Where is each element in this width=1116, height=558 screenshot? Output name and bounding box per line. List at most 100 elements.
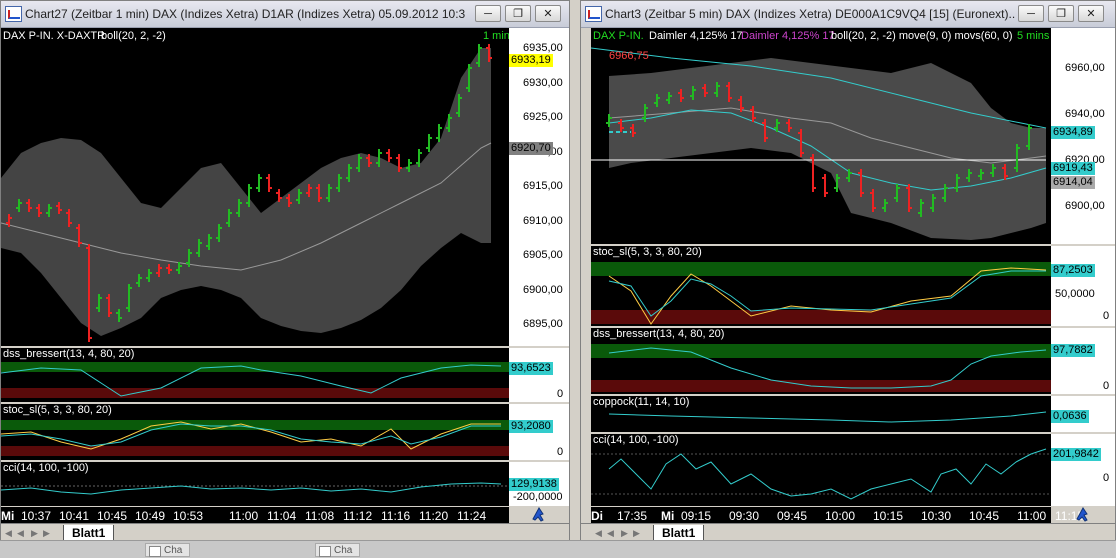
time-label: Di xyxy=(591,509,603,523)
nav-next-icon[interactable]: ▶ xyxy=(31,528,41,540)
stoc-axis-2: 87,2503 50,0000 0 xyxy=(1051,246,1115,326)
restore-icon[interactable]: ❐ xyxy=(1048,5,1074,22)
cci-label-1: cci(14, 100, -100) xyxy=(3,462,89,474)
title-bar-2[interactable]: Chart3 (Zeitbar 5 min) DAX (Indizes Xetr… xyxy=(581,1,1115,28)
nav-first-icon[interactable]: ◀ xyxy=(595,528,605,540)
chart-window-1: Chart27 (Zeitbar 1 min) DAX (Indizes Xet… xyxy=(0,0,570,557)
bollinger-band xyxy=(1,48,491,336)
interval-label-2: 5 mins xyxy=(1017,30,1050,42)
cci-axis-1: 129,9138 -200,0000 xyxy=(509,462,569,506)
dss-panel-2[interactable]: dss_bressert(13, 4, 80, 20) xyxy=(591,328,1051,394)
nav-prev-icon[interactable]: ◀ xyxy=(17,528,27,540)
time-label: 09:30 xyxy=(729,509,760,523)
stoc-panel-1[interactable]: stoc_sl(5, 3, 3, 80, 20) xyxy=(1,404,509,460)
time-label: 09:15 xyxy=(681,509,712,523)
time-label: 11:00 xyxy=(1017,509,1047,523)
time-label: 11:00 xyxy=(229,509,259,523)
price-tick: 6915,00 xyxy=(523,180,563,192)
time-axis-1[interactable]: Mi 10:37 10:41 10:45 10:49 10:53 11:00 11:04 11:… xyxy=(1,507,509,523)
chart-window-2: Chart3 (Zeitbar 5 min) DAX (Indizes Xetr… xyxy=(580,0,1116,557)
bollinger-band-2 xyxy=(609,58,1046,240)
price-chart-2[interactable]: DAX P-IN. Daimler 4,125% 17 Daimler 4,12… xyxy=(590,28,1051,244)
taskbar-item-1[interactable]: Cha xyxy=(145,543,190,557)
close-icon[interactable]: ✕ xyxy=(535,5,561,22)
price-chart-2-svg xyxy=(590,47,1047,240)
cci-label-2: cci(14, 100, -100) xyxy=(593,434,679,446)
title-bar-1[interactable]: Chart27 (Zeitbar 1 min) DAX (Indizes Xet… xyxy=(1,1,569,28)
stoc-label-1: stoc_sl(5, 3, 3, 80, 20) xyxy=(3,404,112,416)
stoc-value-tag-2: 87,2503 xyxy=(1051,264,1095,277)
last-price-tag-2: 6934,89 xyxy=(1051,126,1095,139)
time-label: 09:45 xyxy=(777,509,808,523)
dss-panel-1[interactable]: dss_bressert(13, 4, 80, 20) xyxy=(1,348,509,402)
mid-price-tag-1: 6920,70 xyxy=(509,142,553,155)
nav-prev-icon[interactable]: ◀ xyxy=(607,528,617,540)
time-label: 10:49 xyxy=(135,509,166,523)
nav-last-icon[interactable]: ▶ xyxy=(633,528,643,540)
time-label: 17:35 xyxy=(617,509,648,523)
time-label: Mi xyxy=(661,509,675,523)
instrument2-label: Daimler 4,125% 17 xyxy=(649,30,743,42)
cci-panel-2[interactable]: cci(14, 100, -100) xyxy=(591,434,1051,506)
price-chart-1[interactable]: DAX P-IN. X-DAXTR boll(20, 2, -2) 1 min xyxy=(1,28,510,346)
price-axis-2[interactable]: 6960,00 6940,00 6920,00 6900,00 6934,89 691… xyxy=(1051,28,1115,244)
cci-zero-2: 0 xyxy=(1103,472,1110,484)
indicator-label-1: boll(20, 2, -2) xyxy=(101,30,166,42)
stoc-panel-2[interactable]: stoc_sl(5, 3, 3, 80, 20) xyxy=(591,246,1051,326)
price-tick: 6935,00 xyxy=(523,42,563,54)
cci-panel-1[interactable]: cci(14, 100, -100) xyxy=(1,462,509,506)
coppock-label-2: coppock(11, 14, 10) xyxy=(593,396,690,408)
dss-zero-2: 0 xyxy=(1103,380,1110,392)
stoc-zero-2: 0 xyxy=(1103,310,1110,322)
price-tick: 6960,00 xyxy=(1065,62,1105,74)
close-icon[interactable]: ✕ xyxy=(1078,5,1104,22)
time-label: Mi xyxy=(1,509,15,523)
price-axis-1[interactable]: 6935,006930,006925,006920,006915,006910,… xyxy=(509,28,569,346)
minimize-icon[interactable]: ─ xyxy=(1018,5,1044,22)
time-label: 10:15 xyxy=(873,509,904,523)
time-label: 10:00 xyxy=(825,509,856,523)
price-tick: 6930,00 xyxy=(523,76,563,89)
price-tick: 6925,00 xyxy=(523,111,563,123)
restore-icon[interactable]: ❐ xyxy=(505,5,531,22)
instrument-label-2: DAX P-IN. xyxy=(593,30,644,42)
cci-low-1: -200,0000 xyxy=(513,491,563,503)
instrument3-label: Daimler 4,125% 17 xyxy=(741,30,835,42)
coppock-panel-2[interactable]: coppock(11, 14, 10) xyxy=(591,396,1051,432)
nav-last-icon[interactable]: ▶ xyxy=(43,528,53,540)
stoc-zero-1: 0 xyxy=(557,446,564,458)
cursor-arrow-icon[interactable] xyxy=(529,505,547,523)
window-title-2: Chart3 (Zeitbar 5 min) DAX (Indizes Xetr… xyxy=(605,7,1015,21)
price-b-tag-2: 6919,43 xyxy=(1051,162,1095,175)
chart-icon xyxy=(585,6,602,22)
stoc-label-2: stoc_sl(5, 3, 3, 80, 20) xyxy=(593,246,702,258)
time-label: 11:16 xyxy=(381,509,411,523)
nav-next-icon[interactable]: ▶ xyxy=(621,528,631,540)
taskbar-item-2[interactable]: Cha xyxy=(315,543,360,557)
time-label: 10:37 xyxy=(21,509,52,523)
minimize-icon[interactable]: ─ xyxy=(475,5,501,22)
stoc-mid-2: 50,0000 xyxy=(1055,288,1095,300)
time-axis-2[interactable]: Di 17:35 Mi 09:15 09:30 09:45 10:00 10:15 10:30 1… xyxy=(591,507,1084,523)
price-tick: 6900,00 xyxy=(523,283,563,296)
cci-value-tag-1: 129,9138 xyxy=(509,478,559,491)
time-label: 11:04 xyxy=(267,509,297,523)
price-tick: 6905,00 xyxy=(523,249,563,261)
marker-price-label-2: 6966,75 xyxy=(609,50,649,62)
dss-axis-2: 97,7882 0 xyxy=(1051,328,1115,394)
time-label: 11:12 xyxy=(343,509,373,523)
last-price-tag-1: 6933,19 xyxy=(509,54,553,67)
stoc-lines-2 xyxy=(608,267,1047,325)
time-label: 11:20 xyxy=(419,509,449,523)
stoc-axis-1: 93,2080 0 xyxy=(509,404,569,460)
dss-value-tag-1: 93,6523 xyxy=(509,362,553,375)
stoc-value-tag-1: 93,2080 xyxy=(509,420,553,433)
cursor-arrow-icon[interactable] xyxy=(1073,505,1091,523)
price-tick: 6900,00 xyxy=(1065,200,1105,212)
dss-axis-1: 93,6523 0 xyxy=(509,348,569,402)
instrument-label-1: DAX P-IN. X-DAXTR xyxy=(3,30,106,42)
nav-first-icon[interactable]: ◀ xyxy=(5,528,15,540)
price-tick: 6910,00 xyxy=(523,214,563,227)
price-tick: 6940,00 xyxy=(1065,108,1105,120)
dss-label-1: dss_bressert(13, 4, 80, 20) xyxy=(3,348,135,360)
